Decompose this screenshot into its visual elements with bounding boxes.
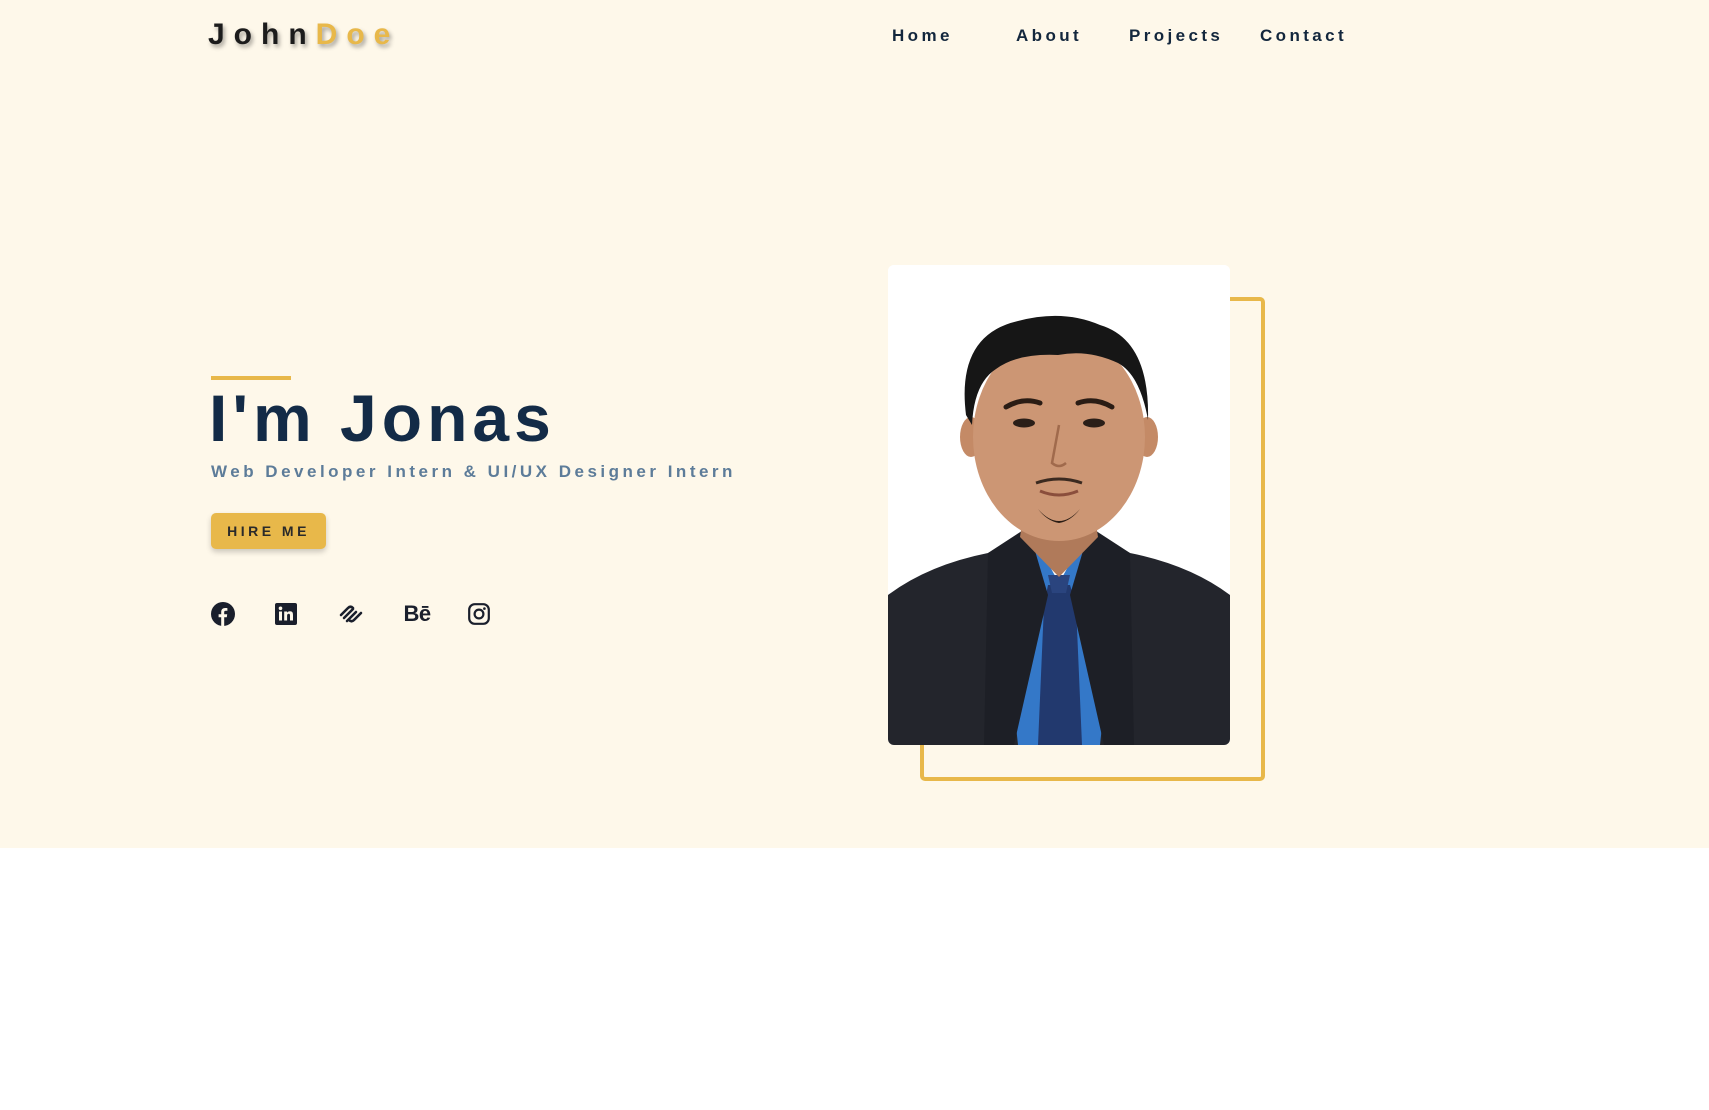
hire-me-button[interactable]: HIRE ME <box>211 513 326 549</box>
instagram-icon[interactable] <box>466 601 492 627</box>
title-accent-line <box>211 376 291 380</box>
site-logo[interactable]: JohnDoe <box>208 18 399 52</box>
hero-subtitle: Web Developer Intern & UI/UX Designer In… <box>211 462 736 481</box>
behance-icon[interactable]: Bē <box>402 601 432 627</box>
logo-last-name: Doe <box>315 18 400 51</box>
nav-contact[interactable]: Contact <box>1260 26 1347 46</box>
nav-about[interactable]: About <box>1016 26 1082 46</box>
linkedin-icon[interactable] <box>273 601 299 627</box>
behance-label: Bē <box>403 601 431 626</box>
profile-photo <box>888 265 1230 745</box>
hero-title: I'm Jonas <box>209 381 556 455</box>
squarespace-icon[interactable] <box>338 601 364 627</box>
nav-projects[interactable]: Projects <box>1129 26 1223 46</box>
nav-home[interactable]: Home <box>892 26 953 46</box>
logo-first-name: John <box>208 18 316 51</box>
hero-section: JohnDoe Home About Projects Contact I'm … <box>0 0 1709 848</box>
facebook-icon[interactable] <box>210 601 236 627</box>
